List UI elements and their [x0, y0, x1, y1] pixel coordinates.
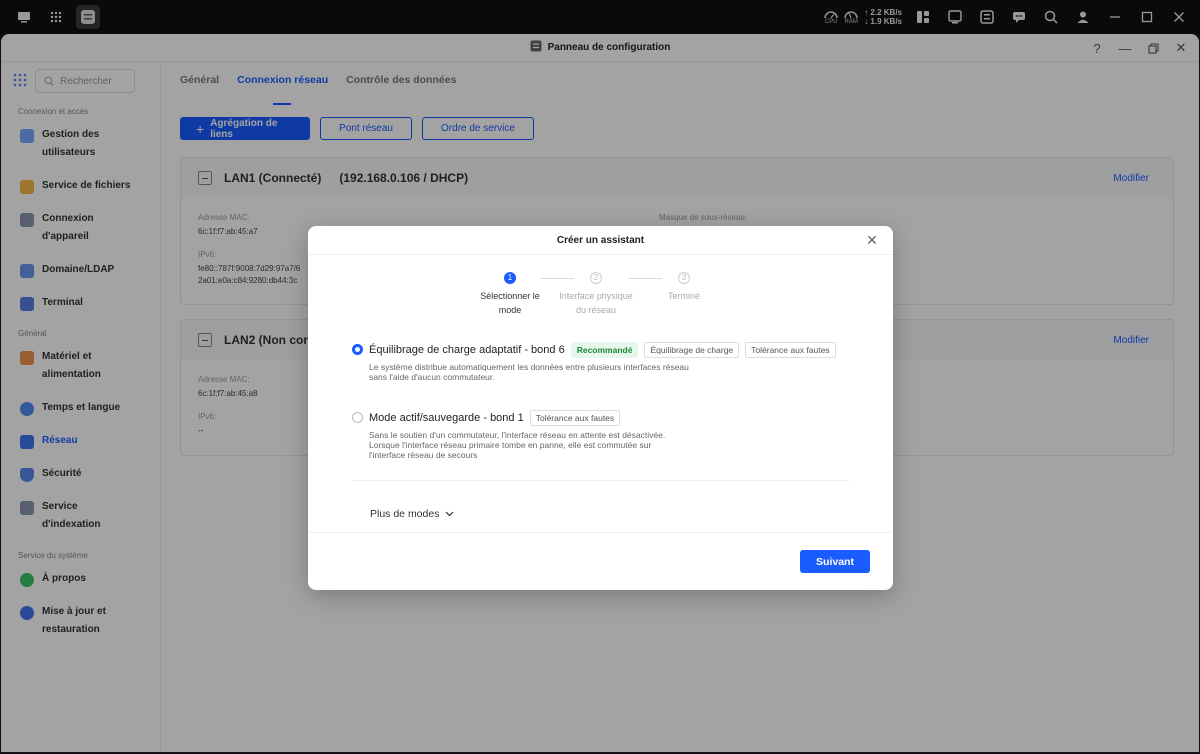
step-1-label: Sélectionner le mode	[480, 291, 540, 315]
wizard-stepper: 1 Sélectionner le mode 2 Interface physi…	[308, 272, 893, 322]
option-2-description: Sans le soutien d'un commutateur, l'inte…	[369, 430, 666, 460]
step-3-number: 3	[678, 272, 690, 284]
load-balancing-tag: Équilibrage de charge	[644, 342, 740, 358]
dialog-header: Créer un assistant ✕	[308, 226, 893, 255]
option-active-backup[interactable]: Mode actif/sauvegarde - bond 1 Tolérance…	[352, 410, 689, 460]
option-2-title: Mode actif/sauvegarde - bond 1	[369, 412, 524, 424]
step-2-label: Interface physique du réseau	[559, 291, 633, 315]
option-1-description: Le système distribue automatiquement les…	[369, 362, 689, 382]
dialog-title: Créer un assistant	[556, 234, 645, 246]
create-wizard-dialog: Créer un assistant ✕ 1 Sélectionner le m…	[308, 226, 893, 590]
dialog-footer-divider	[308, 532, 893, 533]
radio-selected[interactable]	[352, 344, 363, 355]
recommended-badge: Recommandé	[570, 342, 639, 358]
step-1-number: 1	[504, 272, 516, 284]
step-3-label: Terminé	[667, 291, 700, 301]
more-modes-toggle[interactable]: Plus de modes	[370, 508, 454, 520]
chevron-down-icon	[445, 508, 454, 520]
option-adaptive-load-balancing[interactable]: Équilibrage de charge adaptatif - bond 6…	[352, 342, 836, 382]
more-modes-label: Plus de modes	[370, 508, 440, 520]
options-divider	[352, 480, 849, 481]
radio-unselected[interactable]	[352, 412, 363, 423]
fault-tolerance-tag: Tolérance aux fautes	[529, 410, 621, 426]
fault-tolerance-tag: Tolérance aux fautes	[745, 342, 836, 358]
next-button[interactable]: Suivant	[800, 550, 870, 573]
step-3: 3 Terminé	[644, 272, 724, 303]
step-1: 1 Sélectionner le mode	[470, 272, 550, 317]
step-2-number: 2	[590, 272, 602, 284]
dialog-close-icon[interactable]: ✕	[865, 233, 879, 247]
option-1-title: Équilibrage de charge adaptatif - bond 6	[369, 344, 565, 356]
step-2: 2 Interface physique du réseau	[556, 272, 636, 317]
